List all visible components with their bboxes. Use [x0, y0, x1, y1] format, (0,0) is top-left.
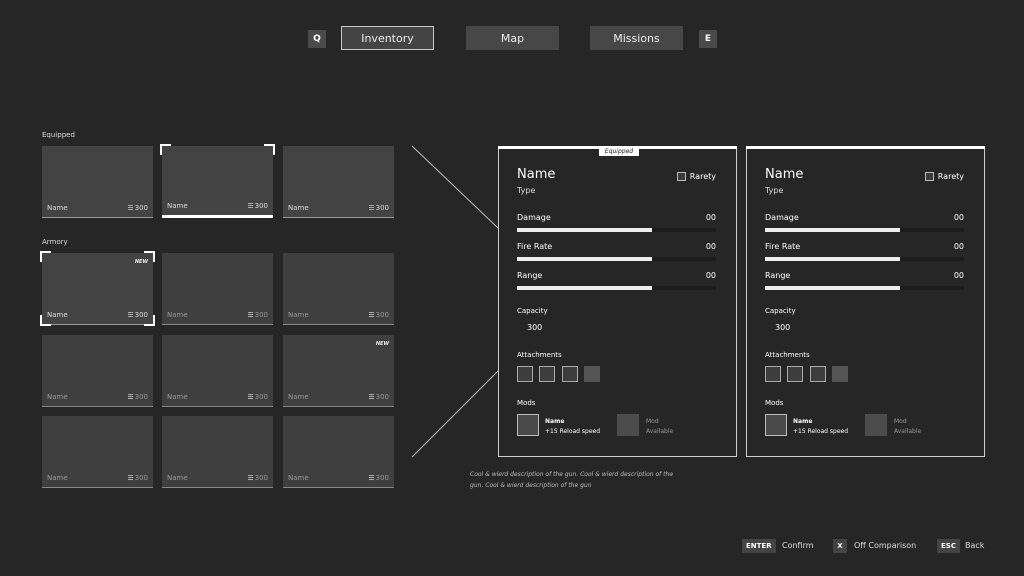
- attachments-label: Attachments: [765, 351, 810, 359]
- equipped-tag: Equipped: [599, 146, 639, 156]
- stat-bar: [517, 257, 716, 261]
- stat-label: Range: [765, 271, 791, 280]
- attachment-slot[interactable]: [584, 366, 600, 382]
- mod-title: Name: [545, 418, 565, 425]
- attachment-slot[interactable]: [810, 366, 826, 382]
- stat-bar-fill: [517, 228, 653, 232]
- rarity-icon: [676, 172, 686, 181]
- rarity-label: Rarety: [689, 172, 716, 181]
- connector-line-bottom: [411, 370, 499, 458]
- rarity-indicator: Rarety: [676, 172, 716, 181]
- stat-bar: [517, 286, 716, 290]
- stat-label: Fire Rate: [765, 242, 801, 251]
- capacity-label: Capacity: [765, 307, 796, 315]
- mod-title: Mod: [646, 418, 659, 425]
- capacity-value: 300: [527, 323, 543, 332]
- stat-value: 00: [953, 271, 964, 280]
- equipped-item-panel: Equipped Name Type Rarety Damage 00 Fire…: [498, 146, 737, 457]
- attachment-slot[interactable]: [787, 366, 803, 382]
- back-label: Back: [965, 541, 985, 550]
- item-name: Name: [517, 167, 556, 182]
- stat-label: Range: [517, 271, 543, 280]
- stat-label: Fire Rate: [517, 242, 553, 251]
- panel-top-line: [746, 146, 985, 149]
- stat-label: Damage: [765, 213, 799, 222]
- mod-description: Available: [646, 428, 674, 435]
- confirm-label: Confirm: [782, 541, 814, 550]
- stat-value: 00: [705, 271, 716, 280]
- mod-description: +15 Reload speed: [545, 428, 601, 435]
- x-key-hint[interactable]: X: [833, 539, 847, 553]
- attachment-slot[interactable]: [539, 366, 555, 382]
- stat-bar: [765, 286, 964, 290]
- stat-label: Damage: [517, 213, 551, 222]
- mod-slot-empty[interactable]: [617, 414, 639, 436]
- attachment-slot[interactable]: [517, 366, 533, 382]
- stat-value: 00: [705, 213, 716, 222]
- stat-bar: [765, 228, 964, 232]
- attachment-slot[interactable]: [832, 366, 848, 382]
- mod-slot[interactable]: [765, 414, 787, 436]
- mod-title: Name: [793, 418, 813, 425]
- rarity-indicator: Rarety: [924, 172, 964, 181]
- mods-label: Mods: [765, 399, 784, 407]
- mod-slot[interactable]: [517, 414, 539, 436]
- mod-title: Mod: [894, 418, 907, 425]
- selected-item-panel: Name Type Rarety Damage 00 Fire Rate 00 …: [746, 146, 985, 457]
- off-comparison-label: Off Comparison: [854, 541, 917, 550]
- capacity-label: Capacity: [517, 307, 548, 315]
- attachments-label: Attachments: [517, 351, 562, 359]
- stat-bar-fill: [765, 257, 901, 261]
- stat-bar-fill: [517, 286, 653, 290]
- attachment-slot[interactable]: [562, 366, 578, 382]
- attachment-slot[interactable]: [765, 366, 781, 382]
- stat-bar: [517, 228, 716, 232]
- esc-key-hint[interactable]: ESC: [937, 539, 960, 553]
- rarity-icon: [924, 172, 934, 181]
- rarity-label: Rarety: [937, 172, 964, 181]
- item-type: Type: [517, 186, 536, 195]
- stat-value: 00: [953, 213, 964, 222]
- enter-key-hint[interactable]: ENTER: [742, 539, 776, 553]
- item-description: Cool & wierd description of the gun. Coo…: [470, 471, 674, 489]
- stat-value: 00: [953, 242, 964, 251]
- mod-description: +15 Reload speed: [793, 428, 849, 435]
- stat-bar-fill: [517, 257, 653, 261]
- item-name: Name: [765, 167, 804, 182]
- mods-label: Mods: [517, 399, 536, 407]
- item-type: Type: [765, 186, 784, 195]
- connector-line-top: [411, 145, 499, 229]
- stat-value: 00: [705, 242, 716, 251]
- mod-description: Available: [894, 428, 922, 435]
- stat-bar-fill: [765, 228, 901, 232]
- capacity-value: 300: [775, 323, 791, 332]
- stat-bar-fill: [765, 286, 901, 290]
- stat-bar: [765, 257, 964, 261]
- mod-slot-empty[interactable]: [865, 414, 887, 436]
